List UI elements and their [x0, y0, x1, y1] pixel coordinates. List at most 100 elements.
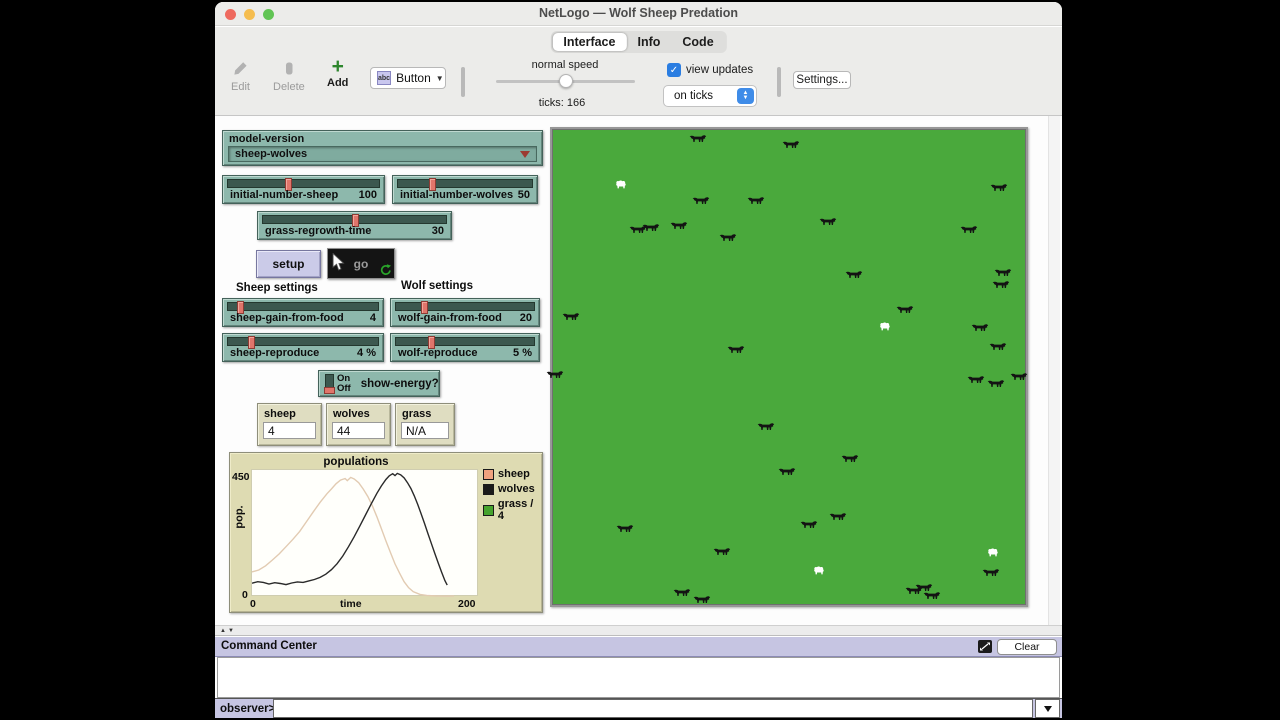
wolf-sprite — [923, 590, 940, 601]
show-energy-switch[interactable]: On Off show-energy? — [318, 370, 440, 397]
title-bar: NetLogo — Wolf Sheep Predation — [215, 2, 1062, 26]
letterbox-background: NetLogo — Wolf Sheep Predation Interface… — [0, 0, 1280, 720]
wolf-sprite — [967, 374, 985, 385]
window-title: NetLogo — Wolf Sheep Predation — [538, 6, 739, 20]
widget-type-value: Button — [396, 71, 431, 85]
wolf-sprite — [993, 279, 1010, 290]
observer-prompt: observer> — [220, 702, 276, 715]
clear-button[interactable]: Clear — [997, 639, 1057, 655]
wolf-sprite — [960, 225, 977, 236]
legend-item-grass: grass / 4 — [483, 498, 542, 522]
y-tick-max: 450 — [232, 471, 250, 483]
plot-canvas — [251, 472, 455, 597]
wolf-sprite — [693, 595, 710, 606]
vertical-scrollbar[interactable] — [1048, 116, 1060, 625]
wolf-sprite — [991, 182, 1008, 193]
legend-swatch-wolves — [483, 483, 494, 495]
plot-legend: sheep wolves grass / 4 — [483, 468, 542, 522]
abc-widget-icon: abc — [377, 71, 392, 85]
wolf-sprite — [800, 519, 818, 530]
monitor-wolves: wolves 44 — [326, 403, 391, 446]
monitor-grass: grass N/A — [395, 403, 455, 446]
setup-button[interactable]: setup — [256, 250, 321, 278]
chooser-arrow-icon — [520, 150, 530, 158]
settings-button[interactable]: Settings... — [793, 71, 851, 89]
interface-panel: model-version sheep-wolves initial-numbe… — [215, 116, 1062, 625]
legend-item-wolves: wolves — [483, 483, 542, 495]
command-input[interactable] — [273, 699, 1033, 718]
slider-grass-regrowth-time[interactable]: grass-regrowth-time 30 — [257, 211, 452, 240]
command-output-area — [217, 657, 1060, 698]
netlogo-window: NetLogo — Wolf Sheep Predation Interface… — [215, 2, 1062, 718]
tab-interface[interactable]: Interface — [552, 33, 627, 51]
y-tick-min: 0 — [242, 589, 248, 601]
widget-type-dropdown[interactable]: abc Button ▼ — [370, 67, 446, 89]
update-mode-select[interactable]: on ticks ▲ ▼ — [663, 85, 757, 107]
observer-row: observer> — [215, 698, 1062, 718]
stepper-icon: ▲ ▼ — [737, 88, 754, 104]
chooser-value[interactable]: sheep-wolves — [228, 146, 537, 162]
forever-icon — [379, 264, 391, 276]
wolf-sprite — [546, 370, 564, 381]
tab-code[interactable]: Code — [671, 33, 724, 51]
sheep-sprite — [878, 321, 893, 333]
slider-wolf-reproduce[interactable]: wolf-reproduce 5 % — [390, 333, 540, 362]
slider-wolf-gain-from-food[interactable]: wolf-gain-from-food 20 — [390, 298, 540, 327]
wolf-sprite — [989, 342, 1007, 353]
wolf-sprite — [692, 196, 709, 207]
speed-slider-thumb[interactable] — [559, 74, 573, 88]
monitor-sheep: sheep 4 — [257, 403, 322, 446]
switch-label: show-energy? — [360, 377, 439, 390]
wolf-sprite — [829, 511, 846, 522]
wolf-sprite — [896, 305, 914, 316]
plot-title: populations — [323, 456, 389, 468]
legend-swatch-sheep — [483, 468, 494, 480]
slider-sheep-reproduce[interactable]: sheep-reproduce 4 % — [222, 333, 384, 362]
eraser-icon — [282, 61, 296, 79]
wolf-sprite — [747, 196, 765, 207]
ticks-counter: ticks: 166 — [538, 97, 586, 109]
switch-handle[interactable] — [324, 386, 335, 394]
switch-channel[interactable] — [324, 373, 335, 394]
slider-sheep-gain-from-food[interactable]: sheep-gain-from-food 4 — [222, 298, 384, 327]
tab-info[interactable]: Info — [626, 33, 671, 51]
view-updates-label: view updates — [686, 64, 754, 76]
sheep-sprite — [986, 547, 1001, 559]
speed-slider[interactable] — [496, 74, 635, 88]
delete-button[interactable]: Delete — [273, 61, 305, 93]
x-tick-max: 200 — [458, 598, 476, 610]
wolf-sprite — [1010, 371, 1028, 382]
wolf-settings-heading: Wolf settings — [401, 280, 473, 292]
wolf-sprite — [841, 454, 858, 465]
model-version-chooser[interactable]: model-version sheep-wolves — [222, 130, 543, 166]
wolf-sprite — [846, 269, 863, 280]
splitter-arrows-icon: ▲▼ — [220, 628, 236, 634]
tab-bar: Interface Info Code — [550, 31, 727, 53]
wolf-sprite — [689, 133, 707, 144]
mouse-cursor — [332, 252, 345, 272]
wolf-sprite — [987, 378, 1005, 389]
legend-item-sheep: sheep — [483, 468, 542, 480]
add-button[interactable]: + Add — [327, 56, 348, 89]
command-center-title: Command Center — [221, 640, 317, 652]
chevron-down-icon — [1043, 705, 1052, 712]
slider-initial-number-sheep[interactable]: initial-number-sheep 100 — [222, 175, 385, 204]
view-updates-checkbox[interactable]: ✓ — [667, 63, 681, 77]
history-dropdown[interactable] — [1035, 699, 1060, 718]
wolf-sprite — [719, 233, 737, 244]
edit-button[interactable]: Edit — [231, 61, 250, 93]
update-mode-value: on ticks — [674, 90, 713, 102]
switch-on-label: On — [337, 372, 351, 384]
expand-icon[interactable] — [978, 640, 992, 653]
wolf-sprite — [713, 546, 730, 557]
panel-splitter[interactable]: ▲▼ — [215, 625, 1062, 636]
slider-initial-number-wolves[interactable]: initial-number-wolves 50 — [392, 175, 538, 204]
command-center-header: Command Center Clear — [215, 637, 1062, 657]
wolf-sprite — [983, 568, 1000, 579]
legend-swatch-grass — [483, 504, 494, 516]
toolbar-separator-2 — [777, 67, 781, 97]
pencil-icon — [233, 61, 248, 79]
wolf-sprite — [562, 312, 580, 323]
wolf-sprite — [778, 467, 796, 478]
wolf-sprite — [673, 588, 691, 599]
